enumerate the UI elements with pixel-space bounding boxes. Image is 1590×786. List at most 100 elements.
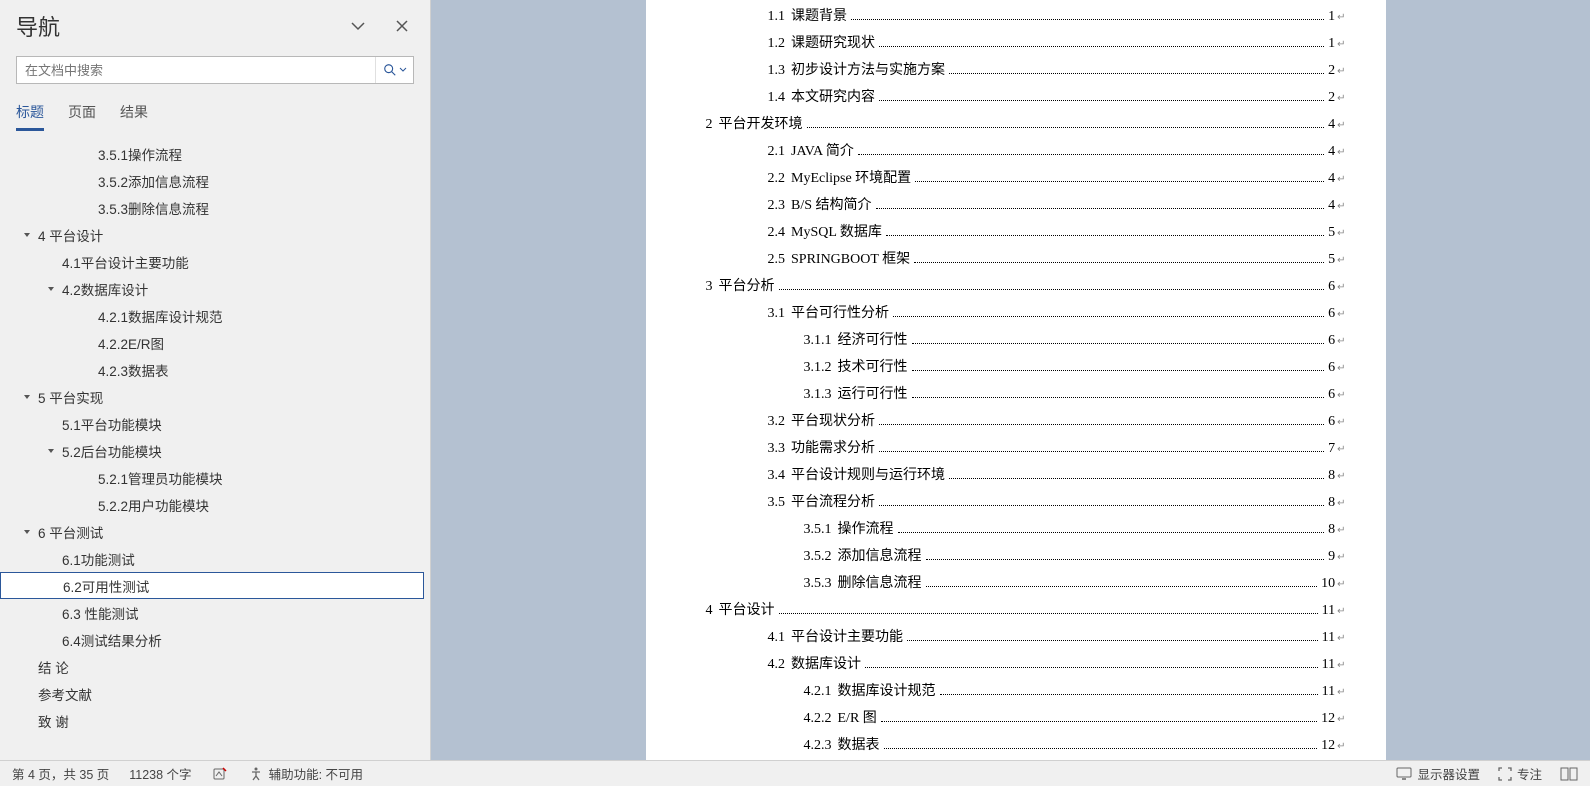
- tree-item[interactable]: 3.5.2添加信息流程: [0, 167, 424, 194]
- toc-text: 添加信息流程: [838, 546, 922, 567]
- tree-item[interactable]: 5.2.2用户功能模块: [0, 491, 424, 518]
- tree-item[interactable]: 参考文献: [0, 680, 424, 707]
- toc-entry[interactable]: 2.1 JAVA 简介4↵: [676, 141, 1346, 162]
- paragraph-marker: ↵: [1337, 37, 1345, 52]
- toc-leader: [779, 289, 1325, 290]
- toc-number: 2.4: [768, 222, 786, 243]
- toc-entry[interactable]: 2.3 B/S 结构简介4↵: [676, 195, 1346, 216]
- toc-entry[interactable]: 1.3 初步设计方法与实施方案2↵: [676, 60, 1346, 81]
- nav-tab-1[interactable]: 页面: [68, 94, 96, 131]
- chevron-down-icon: [350, 18, 366, 34]
- tree-item[interactable]: 致 谢: [0, 707, 424, 734]
- status-accessibility[interactable]: 辅助功能: 不可用: [248, 764, 363, 783]
- tree-item-label: 6 平台测试: [38, 522, 103, 542]
- tree-item[interactable]: 6.3 性能测试: [0, 599, 424, 626]
- tree-item[interactable]: 4.2.2E/R图: [0, 329, 424, 356]
- toc-entry[interactable]: 4.2.3 数据表12↵: [676, 735, 1346, 756]
- toc-text: 经济可行性: [838, 330, 908, 351]
- tree-item[interactable]: 6.2可用性测试: [0, 572, 424, 599]
- toc-number: 2.2: [768, 168, 786, 189]
- tree-item[interactable]: 5 平台实现: [0, 383, 424, 410]
- toc-entry[interactable]: 3.1 平台可行性分析6↵: [676, 303, 1346, 324]
- toc-text: 操作流程: [838, 519, 894, 540]
- toc-number: 3: [706, 276, 713, 297]
- toc-leader: [940, 694, 1318, 695]
- tree-caret-icon[interactable]: [44, 444, 58, 458]
- tree-caret-icon[interactable]: [20, 228, 34, 242]
- toc-page-number: 6: [1328, 303, 1335, 324]
- toc-entry[interactable]: 3.3 功能需求分析7↵: [676, 438, 1346, 459]
- toc-entry[interactable]: 3 平台分析6↵: [676, 276, 1346, 297]
- tree-item[interactable]: 4.1平台设计主要功能: [0, 248, 424, 275]
- toc-entry[interactable]: 2 平台开发环境4↵: [676, 114, 1346, 135]
- toc-entry[interactable]: 2.4 MySQL 数据库5↵: [676, 222, 1346, 243]
- tree-item[interactable]: 结 论: [0, 653, 424, 680]
- toc-entry[interactable]: 3.1.1 经济可行性6↵: [676, 330, 1346, 351]
- toc-text: 平台设计: [719, 600, 775, 621]
- toc-entry[interactable]: 1.2 课题研究现状1↵: [676, 33, 1346, 54]
- tree-item[interactable]: 4.2.1数据库设计规范: [0, 302, 424, 329]
- toc-leader: [881, 721, 1317, 722]
- nav-collapse-button[interactable]: [346, 14, 370, 38]
- nav-tree[interactable]: 3.5.1操作流程3.5.2添加信息流程3.5.3删除信息流程4 平台设计4.1…: [0, 132, 430, 760]
- tree-item-label: 致 谢: [38, 711, 69, 731]
- toc-entry[interactable]: 4.2.2 E/R 图12↵: [676, 708, 1346, 729]
- search-box: [16, 56, 414, 84]
- toc-entry[interactable]: 4.1 平台设计主要功能11↵: [676, 627, 1346, 648]
- toc-page-number: 12: [1321, 708, 1335, 729]
- tree-item[interactable]: 6.4测试结果分析: [0, 626, 424, 653]
- status-proofing[interactable]: [212, 766, 228, 782]
- tree-item[interactable]: 3.5.3删除信息流程: [0, 194, 424, 221]
- status-word-count[interactable]: 11238 个字: [129, 764, 191, 783]
- tree-item[interactable]: 6 平台测试: [0, 518, 424, 545]
- paragraph-marker: ↵: [1337, 712, 1345, 727]
- paragraph-marker: ↵: [1337, 64, 1345, 79]
- toc-entry[interactable]: 3.1.2 技术可行性6↵: [676, 357, 1346, 378]
- tree-item-label: 4.2.2E/R图: [98, 333, 164, 353]
- nav-tab-0[interactable]: 标题: [16, 94, 44, 131]
- toc-entry[interactable]: 3.1.3 运行可行性6↵: [676, 384, 1346, 405]
- toc-entry[interactable]: 3.2 平台现状分析6↵: [676, 411, 1346, 432]
- tree-item[interactable]: 4 平台设计: [0, 221, 424, 248]
- toc-entry[interactable]: 2.5 SPRINGBOOT 框架5↵: [676, 249, 1346, 270]
- toc-entry[interactable]: 2.2 MyEclipse 环境配置4↵: [676, 168, 1346, 189]
- tree-item[interactable]: 4.2数据库设计: [0, 275, 424, 302]
- nav-tab-2[interactable]: 结果: [120, 94, 148, 131]
- toc-entry[interactable]: 3.5.3 删除信息流程10↵: [676, 573, 1346, 594]
- toc-entry[interactable]: 1.4 本文研究内容2↵: [676, 87, 1346, 108]
- tree-item[interactable]: 5.2.1管理员功能模块: [0, 464, 424, 491]
- status-view-mode[interactable]: [1560, 767, 1578, 781]
- search-button[interactable]: [375, 57, 413, 83]
- status-display-settings[interactable]: 显示器设置: [1396, 764, 1480, 783]
- document-area[interactable]: 1.1 课题背景1↵ 1.2 课题研究现状1↵ 1.3 初步设计方法与实施方案2↵ 1…: [431, 0, 1590, 760]
- toc-entry[interactable]: 3.5.1 操作流程8↵: [676, 519, 1346, 540]
- toc-entry[interactable]: 4.2 数据库设计11↵: [676, 654, 1346, 675]
- nav-close-button[interactable]: [390, 14, 414, 38]
- toc-leader: [949, 478, 1324, 479]
- tree-caret-icon[interactable]: [44, 282, 58, 296]
- tree-item[interactable]: 5.1平台功能模块: [0, 410, 424, 437]
- toc-entry[interactable]: 3.5 平台流程分析8↵: [676, 492, 1346, 513]
- tree-item[interactable]: 3.5.1操作流程: [0, 140, 424, 167]
- tree-item-label: 4.2数据库设计: [62, 279, 148, 299]
- tree-item[interactable]: 5.2后台功能模块: [0, 437, 424, 464]
- tree-item[interactable]: 6.1功能测试: [0, 545, 424, 572]
- search-input[interactable]: [17, 57, 375, 83]
- tree-caret-icon[interactable]: [20, 390, 34, 404]
- status-page-info[interactable]: 第 4 页，共 35 页: [12, 764, 109, 783]
- toc-number: 3.2: [768, 411, 786, 432]
- status-focus[interactable]: 专注: [1498, 764, 1542, 783]
- paragraph-marker: ↵: [1337, 118, 1345, 133]
- toc-leader: [884, 748, 1318, 749]
- toc-entry[interactable]: 1.1 课题背景1↵: [676, 6, 1346, 27]
- toc-leader: [779, 613, 1318, 614]
- toc-entry[interactable]: 4 平台设计11↵: [676, 600, 1346, 621]
- toc-entry[interactable]: 3.5.2 添加信息流程9↵: [676, 546, 1346, 567]
- tree-caret-icon[interactable]: [20, 525, 34, 539]
- toc-entry[interactable]: 3.4 平台设计规则与运行环境8↵: [676, 465, 1346, 486]
- toc-text: 数据库设计: [791, 654, 861, 675]
- tree-item[interactable]: 4.2.3数据表: [0, 356, 424, 383]
- toc-entry[interactable]: 4.2.1 数据库设计规范11↵: [676, 681, 1346, 702]
- tree-caret-icon: [80, 201, 94, 215]
- toc-page-number: 6: [1328, 384, 1335, 405]
